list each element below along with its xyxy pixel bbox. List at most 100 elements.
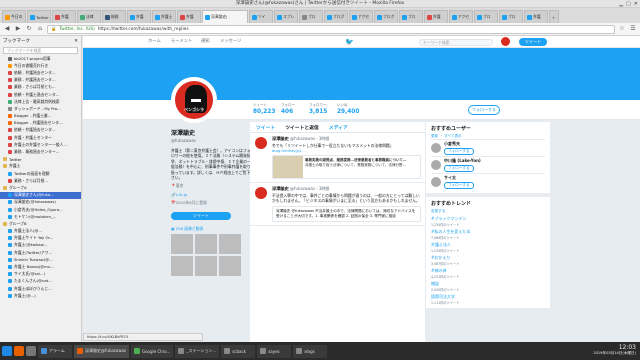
quoted-tweet[interactable]: 深澤諭史 @fukazawas 不当弁護士の中で、法律問題においては、適切なアド… — [272, 206, 421, 222]
trend-name[interactable]: #神の神 — [431, 268, 446, 273]
trend-name[interactable]: 雑談 — [431, 281, 439, 286]
bookmark-item[interactable]: Blogger - 弁護士業... — [0, 113, 81, 120]
bookmark-item[interactable]: 弁護士(Twitter/アワ... — [0, 249, 81, 256]
trend-item[interactable]: 国際司法大学 1,111件のツイート — [431, 294, 545, 305]
back-icon[interactable]: ◀ — [3, 25, 11, 33]
profile-handle[interactable]: @fukazawas — [171, 138, 251, 143]
bookmark-item[interactable]: 弁護士 Nanoo(@mu... — [0, 263, 81, 270]
menu-icon[interactable]: ☰ — [629, 25, 637, 33]
trend-item[interactable]: 雑談 2,020件のツイート — [431, 281, 545, 292]
files-icon[interactable] — [26, 346, 36, 356]
bookmark-item[interactable]: サイ太氏(@sai...) — [0, 271, 81, 278]
tweet-to-button[interactable]: ツイート — [171, 212, 231, 221]
bookmark-item[interactable]: モトケン(@motoken_... — [0, 213, 81, 220]
bookmark-item[interactable]: 弁護士 — [0, 163, 81, 170]
bookmark-item[interactable]: bb2017:project用事 — [0, 55, 81, 62]
browser-tab[interactable]: ブログ — [374, 10, 398, 23]
nav-messages[interactable]: メッセージ — [220, 36, 241, 48]
browser-tab[interactable]: ツイ — [249, 10, 273, 23]
trend-item[interactable]: 弁護士法人 1,234件のツイート — [431, 242, 545, 253]
media-count-link[interactable]: 256 画像と動画 — [176, 226, 203, 231]
twitter-bird-icon[interactable]: 🐦 — [345, 36, 354, 48]
tweet-button[interactable]: ツイート — [519, 38, 547, 46]
trend-name[interactable]: #私の人生を変えた本 — [431, 229, 470, 234]
profile-stat[interactable]: ツイート 80,223 — [253, 103, 275, 115]
tweet[interactable]: 深澤諭史 @fukazawas · 3時間 不法侵入罪の中では、事件ごとの事情か… — [250, 183, 425, 226]
bookmark-item[interactable]: 深澤諭史(@fukazawas) — [0, 199, 81, 206]
bookmark-item[interactable]: 弁護士の弁護センター一般人... — [0, 141, 81, 148]
tweet-time[interactable]: 3時間 — [319, 186, 330, 191]
trend-name[interactable]: 国際司法大学 — [431, 294, 455, 299]
clock[interactable]: 12:03 2019年03月14日(木曜日) — [593, 344, 636, 356]
browser-tab[interactable]: ブログ — [324, 10, 348, 23]
taskbar-item[interactable]: scback — [221, 344, 256, 358]
browser-tab[interactable]: 弁護 — [424, 10, 448, 23]
bookmark-item[interactable]: 業務・さらば月極... — [0, 177, 81, 184]
suggested-user[interactable]: 小倉秀夫 フォローする — [431, 139, 545, 156]
bookmark-item[interactable]: Twitterの画面を理解 — [0, 170, 81, 177]
bookmark-item[interactable]: Twitter — [0, 156, 81, 163]
new-tab-icon[interactable]: + — [549, 10, 559, 23]
bookmark-item[interactable]: 弁護士(@koikaw... — [0, 242, 81, 249]
taskbar-item[interactable]: アラーム — [38, 344, 72, 358]
profile-link[interactable]: s-fk.jp — [176, 192, 188, 197]
browser-tab[interactable]: 弁護士 — [152, 10, 176, 23]
media-thumb[interactable] — [195, 234, 217, 255]
nav-notifications[interactable]: 通知 — [201, 36, 210, 48]
taskbar-item[interactable]: Google Chro... — [131, 344, 174, 358]
bookmark-item[interactable]: 依頼・弁護過去センタ... — [0, 127, 81, 134]
nav-moments[interactable]: モーメント — [171, 36, 192, 48]
bookmark-star-icon[interactable]: ☆ — [618, 25, 626, 33]
browser-tab[interactable]: スプレ — [274, 10, 298, 23]
url-bar[interactable]: 🔒 Twitter, Inc. (US) https://twitter.com… — [47, 24, 615, 34]
follow-user-button[interactable]: フォローする — [444, 148, 474, 155]
avatar[interactable] — [431, 177, 441, 187]
browser-tab[interactable]: 総務 — [102, 10, 126, 23]
bookmark-item[interactable]: Blogger - 弁護過去センタ... — [0, 120, 81, 127]
trend-name[interactable]: #おかえり — [431, 255, 450, 260]
bookmark-item[interactable]: 依頼・弁護士過去センタ... — [0, 91, 81, 98]
media-thumb[interactable] — [195, 256, 217, 277]
bookmark-item[interactable]: 小倉秀夫(@Hideo_Ogura... — [0, 206, 81, 213]
avatar[interactable] — [431, 143, 441, 153]
nav-home[interactable]: ホーム — [148, 36, 161, 48]
reload-icon[interactable]: ↻ — [25, 25, 33, 33]
forward-icon[interactable]: ▶ — [14, 25, 22, 33]
trend-name[interactable]: #ブラックマンデン — [431, 216, 466, 221]
media-thumb[interactable] — [219, 234, 241, 255]
close-button[interactable]: ✕ — [634, 1, 638, 7]
follow-user-button[interactable]: フォローする — [444, 165, 474, 172]
bookmark-item[interactable]: Shinkin Tsuwaw(@... — [0, 256, 81, 263]
profile-name[interactable]: 深澤諭史 — [171, 128, 251, 137]
browser-tab[interactable]: 弁護 — [524, 10, 548, 23]
browser-tab[interactable]: ブロ — [499, 10, 523, 23]
browser-tab[interactable]: ブロ — [299, 10, 323, 23]
taskbar-item[interactable]: _ステーション... — [175, 344, 220, 358]
maximize-button[interactable]: ▢ — [626, 1, 631, 7]
browser-tab[interactable]: アクセ — [349, 10, 373, 23]
link-card[interactable]: 事務実務の疑問点、業務提携…法律業務者と事務職員について… 弁護士の取り扱う法律に… — [272, 155, 421, 179]
bookmark-search-input[interactable]: ブックマークを検索 — [3, 47, 78, 54]
browser-tab[interactable]: 弁護 — [52, 10, 76, 23]
bookmark-item[interactable]: 業務 - 弁護過去センタ... — [0, 77, 81, 84]
profile-stat[interactable]: いいね 29,400 — [337, 103, 359, 115]
bookmark-item[interactable]: 深澤諭史さん(@fuka... — [0, 191, 81, 199]
firefox-icon[interactable] — [14, 346, 24, 356]
browser-tab[interactable]: 弁護 — [177, 10, 201, 23]
profile-stat[interactable]: フォロー 406 — [281, 103, 295, 115]
tweet-author[interactable]: 深澤諭史 — [272, 186, 289, 191]
bookmark-item[interactable]: グループB — [0, 220, 81, 227]
bookmark-item[interactable]: 弁護士サイト Yoji Or... — [0, 235, 81, 242]
browser-tab[interactable]: ブロ — [399, 10, 423, 23]
browser-tab[interactable]: ブロ — [474, 10, 498, 23]
user-name[interactable]: サイ太 — [444, 175, 474, 181]
media-thumb[interactable] — [171, 234, 193, 255]
user-name[interactable]: 中川隆 (Lake-Yon) — [444, 158, 481, 164]
bookmark-item[interactable]: 業務 - さらば月極とも... — [0, 84, 81, 91]
browser-tab[interactable]: 法律 — [77, 10, 101, 23]
profile-avatar[interactable]: ベンゴシラ — [171, 77, 217, 123]
bookmark-item[interactable]: 業務 - 業務過去センター... — [0, 148, 81, 155]
sidebar-title[interactable]: ブックマーク — [3, 38, 30, 44]
media-thumb[interactable] — [171, 256, 193, 277]
taskbar-item[interactable]: 深澤諭史@fukazawas — [74, 344, 129, 358]
